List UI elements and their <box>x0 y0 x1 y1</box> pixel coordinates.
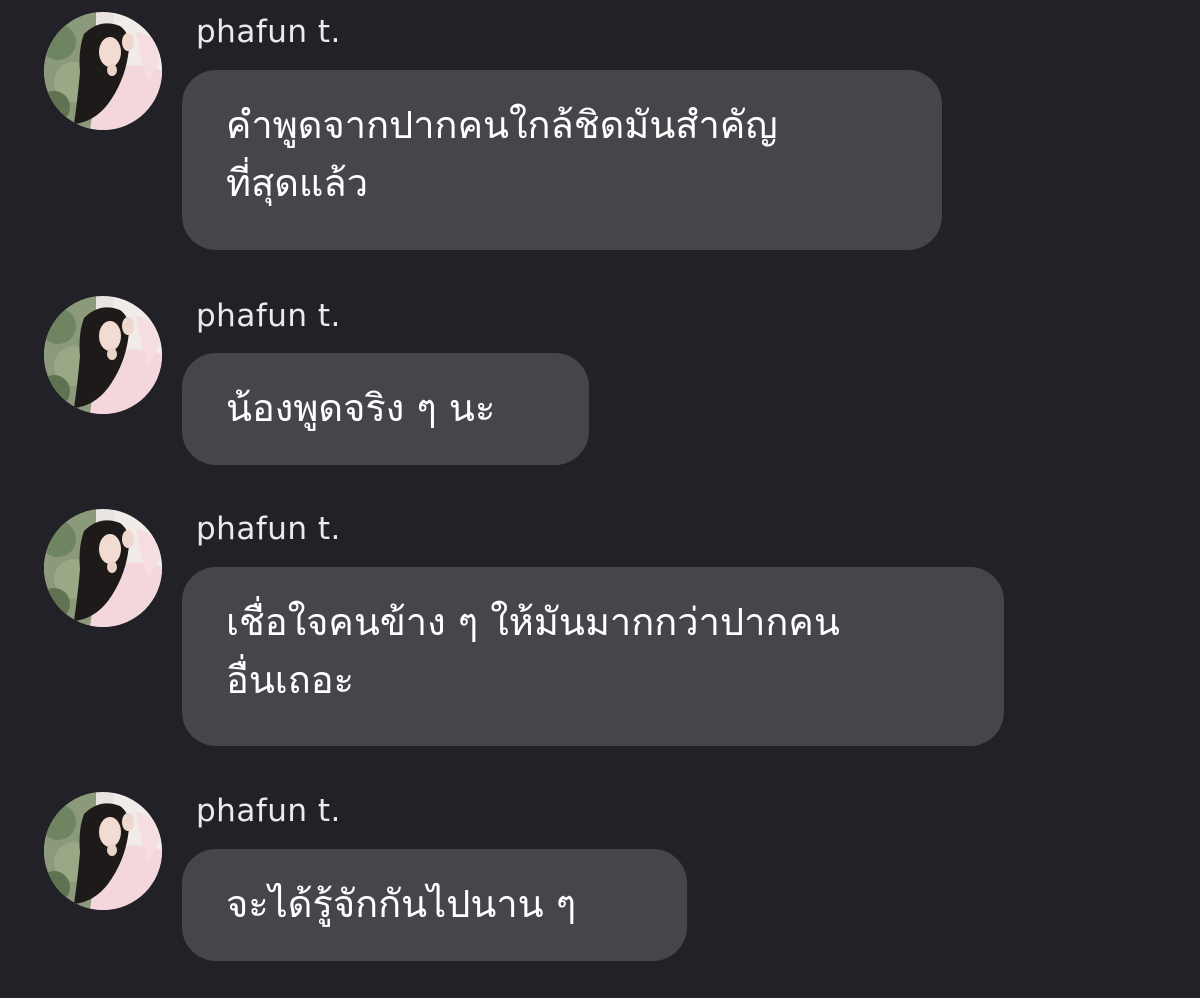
message-text-line: จะได้รู้จักกันไปนาน ๆ <box>226 882 577 926</box>
sender-name[interactable]: phafun t. <box>196 14 341 50</box>
avatar-image <box>44 509 162 627</box>
sender-name[interactable]: phafun t. <box>196 511 341 547</box>
message-text-line: คำพูดจากปากคนใกล้ชิดมันสำคัญ <box>226 103 778 147</box>
chat-thread: phafun t. คำพูดจากปากคนใกล้ชิดมันสำคัญ ท… <box>0 0 1200 998</box>
message-text-line: ที่สุดแล้ว <box>226 161 369 205</box>
profile-photo-icon[interactable] <box>44 509 162 627</box>
sender-name[interactable]: phafun t. <box>196 793 341 829</box>
avatar-image <box>44 296 162 414</box>
message-text-line: น้องพูดจริง ๆ นะ <box>226 386 496 430</box>
profile-photo-icon[interactable] <box>44 296 162 414</box>
avatar-image <box>44 792 162 910</box>
sender-name[interactable]: phafun t. <box>196 298 341 334</box>
message-text-line: เชื่อใจคนข้าง ๆ ให้มันมากกว่าปากคน <box>226 600 840 644</box>
avatar-image <box>44 12 162 130</box>
message-bubble[interactable]: น้องพูดจริง ๆ นะ <box>182 353 589 465</box>
profile-photo-icon[interactable] <box>44 792 162 910</box>
message-bubble[interactable]: เชื่อใจคนข้าง ๆ ให้มันมากกว่าปากคน อื่นเ… <box>182 567 1004 746</box>
profile-photo-icon[interactable] <box>44 12 162 130</box>
message-bubble[interactable]: คำพูดจากปากคนใกล้ชิดมันสำคัญ ที่สุดแล้ว <box>182 70 942 250</box>
message-bubble[interactable]: จะได้รู้จักกันไปนาน ๆ <box>182 849 687 961</box>
message-text-line: อื่นเถอะ <box>226 658 355 702</box>
